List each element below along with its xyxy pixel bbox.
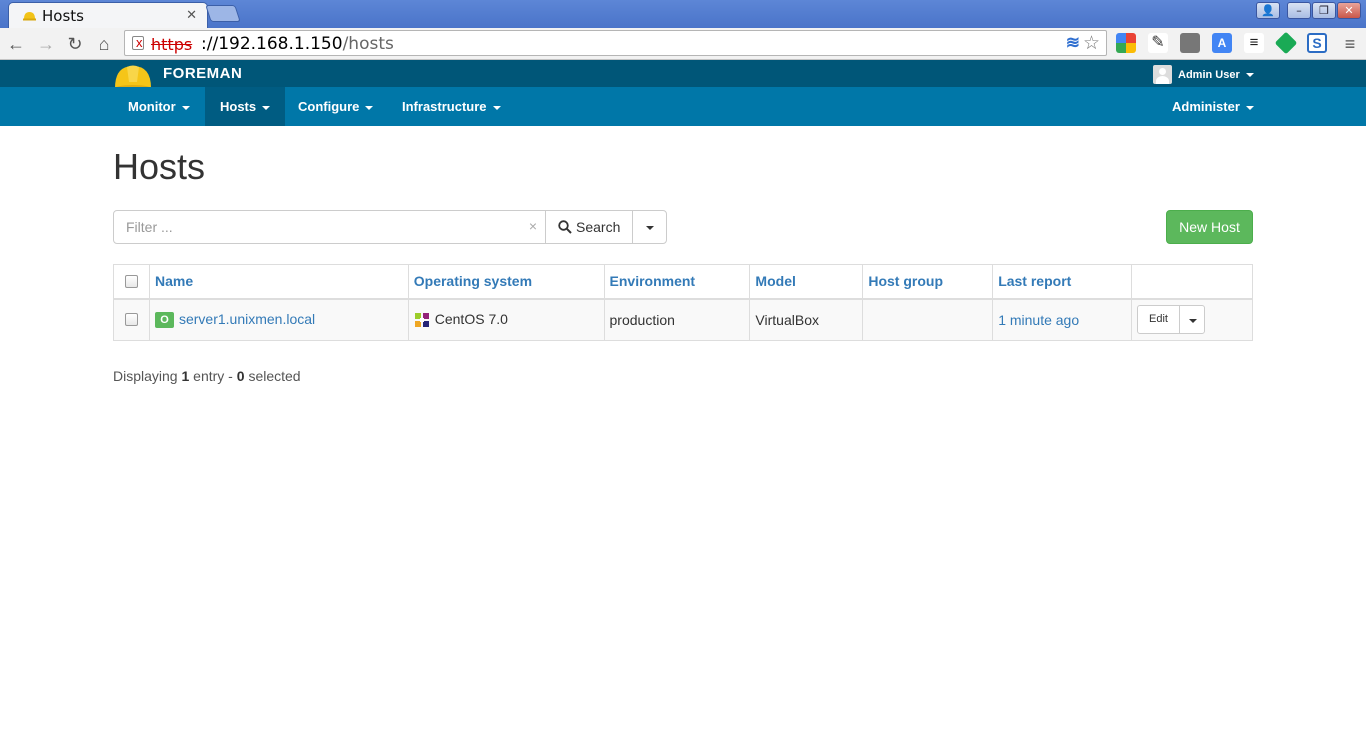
chrome-extension-icon[interactable] [1116, 33, 1136, 53]
select-all-checkbox[interactable] [124, 274, 138, 288]
brand-name[interactable]: FOREMAN [163, 65, 242, 82]
caret-down-icon [1245, 73, 1254, 78]
os-name: CentOS 7.0 [434, 311, 508, 328]
summary-prefix: Displaying [113, 368, 178, 384]
column-header-model[interactable]: Model [749, 264, 864, 300]
nav-administer[interactable]: Administer [1157, 87, 1269, 126]
edit-button-group: Edit [1137, 305, 1206, 335]
page-title: Hosts [113, 146, 206, 187]
edit-button[interactable]: Edit [1137, 305, 1181, 335]
home-icon[interactable]: ⌂ [92, 32, 116, 56]
actions-dropdown[interactable] [1179, 305, 1206, 335]
environment-cell: production [603, 298, 751, 341]
filter-box: × [113, 210, 546, 244]
tab-title: Hosts [42, 7, 84, 25]
centos-icon [414, 313, 429, 328]
search-button[interactable]: Search [545, 210, 633, 244]
layers-icon[interactable]: ≋ [1066, 33, 1080, 53]
entry-count: 1 [181, 368, 190, 384]
nav-infrastructure-label: Infrastructure [402, 99, 487, 114]
nav-monitor-label: Monitor [128, 99, 176, 114]
column-header-host-group[interactable]: Host group [862, 264, 994, 300]
nav-infrastructure[interactable]: Infrastructure [387, 87, 516, 126]
nav-monitor[interactable]: Monitor [113, 87, 205, 126]
summary-middle: entry - [193, 368, 233, 384]
row-select-cell [113, 298, 150, 341]
back-arrow-icon[interactable]: ← [4, 32, 28, 56]
keyboard-extension-icon[interactable] [1180, 33, 1200, 53]
menu-icon[interactable]: ≡ [1338, 32, 1362, 56]
hosts-table: Name Operating system Environment Model … [113, 264, 1253, 341]
minimize-button[interactable]: – [1287, 2, 1311, 19]
host-group-cell [862, 298, 994, 341]
address-bar[interactable]: x https ://192.168.1.150/hosts ≋ ☆ [124, 30, 1107, 56]
clear-icon[interactable]: × [529, 218, 537, 234]
s-extension-icon[interactable]: S [1307, 33, 1327, 53]
actions-cell: Edit [1131, 298, 1253, 341]
search-button-label: Search [576, 219, 621, 235]
tab-close-icon[interactable]: ✕ [186, 7, 197, 23]
table-row: Oserver1.unixmen.local CentOS 7.0 produc… [113, 298, 1253, 341]
search-bookmarks-dropdown[interactable] [632, 210, 667, 244]
profile-icon[interactable]: 👤 [1256, 2, 1280, 19]
user-name: Admin User [1178, 69, 1240, 81]
column-header-environment[interactable]: Environment [603, 264, 751, 300]
pagination-summary: Displaying 1 entry - 0 selected [113, 368, 301, 384]
nav-configure-label: Configure [298, 99, 360, 114]
new-host-button[interactable]: New Host [1166, 210, 1253, 244]
translate-extension-icon[interactable]: A [1212, 33, 1232, 53]
nav-administer-label: Administer [1172, 99, 1240, 114]
buffer-extension-icon[interactable]: ≡ [1244, 33, 1264, 53]
caret-down-icon [492, 105, 501, 110]
url-host: 192.168.1.150 [218, 34, 343, 54]
caret-down-icon [1245, 105, 1254, 110]
os-cell: CentOS 7.0 [407, 298, 605, 341]
bookmark-star-icon[interactable]: ☆ [1083, 32, 1100, 55]
feedly-extension-icon[interactable] [1274, 31, 1298, 55]
search-icon [558, 220, 572, 234]
tools-extension-icon[interactable]: ✎ [1148, 33, 1168, 53]
nav-hosts-label: Hosts [220, 99, 257, 114]
host-name-link[interactable]: server1.unixmen.local [179, 311, 315, 327]
last-report-cell: 1 minute ago [992, 298, 1133, 341]
url-scheme: https [151, 35, 193, 54]
caret-down-icon [1189, 319, 1198, 324]
browser-tab[interactable]: Hosts ✕ [8, 2, 208, 28]
select-all-cell [113, 264, 150, 300]
caret-down-icon [181, 105, 190, 110]
maximize-button[interactable]: ❐ [1312, 2, 1336, 19]
caret-down-icon [365, 105, 374, 110]
caret-down-icon [262, 105, 271, 110]
browser-tabstrip: Hosts ✕ 👤 – ❐ ✕ [0, 0, 1366, 28]
status-badge: O [154, 312, 174, 329]
nav-configure[interactable]: Configure [283, 87, 388, 126]
new-tab-button[interactable] [205, 5, 241, 22]
selected-count: 0 [236, 368, 245, 384]
host-name-cell: Oserver1.unixmen.local [148, 298, 409, 341]
search-input[interactable] [114, 211, 514, 243]
url-text: ://192.168.1.150/hosts [201, 34, 394, 54]
reload-icon[interactable]: ↻ [63, 32, 87, 56]
window-close-button[interactable]: ✕ [1337, 2, 1361, 19]
insecure-x-icon: x [136, 35, 143, 50]
url-path: /hosts [342, 34, 394, 54]
column-header-name[interactable]: Name [148, 264, 409, 300]
browser-toolbar: ← → ↻ ⌂ x https ://192.168.1.150/hosts ≋… [0, 28, 1366, 60]
column-header-actions [1131, 264, 1253, 300]
forward-arrow-icon[interactable]: → [34, 32, 58, 56]
model-cell: VirtualBox [749, 298, 864, 341]
last-report-link[interactable]: 1 minute ago [998, 312, 1079, 328]
row-checkbox[interactable] [124, 313, 138, 327]
column-header-last-report[interactable]: Last report [992, 264, 1133, 300]
summary-suffix: selected [248, 368, 301, 384]
table-header-row: Name Operating system Environment Model … [113, 264, 1253, 300]
nav-hosts[interactable]: Hosts [205, 87, 286, 126]
avatar [1153, 65, 1172, 84]
caret-down-icon [646, 226, 654, 230]
foreman-helmet-favicon [23, 12, 36, 21]
column-header-os[interactable]: Operating system [407, 264, 605, 300]
